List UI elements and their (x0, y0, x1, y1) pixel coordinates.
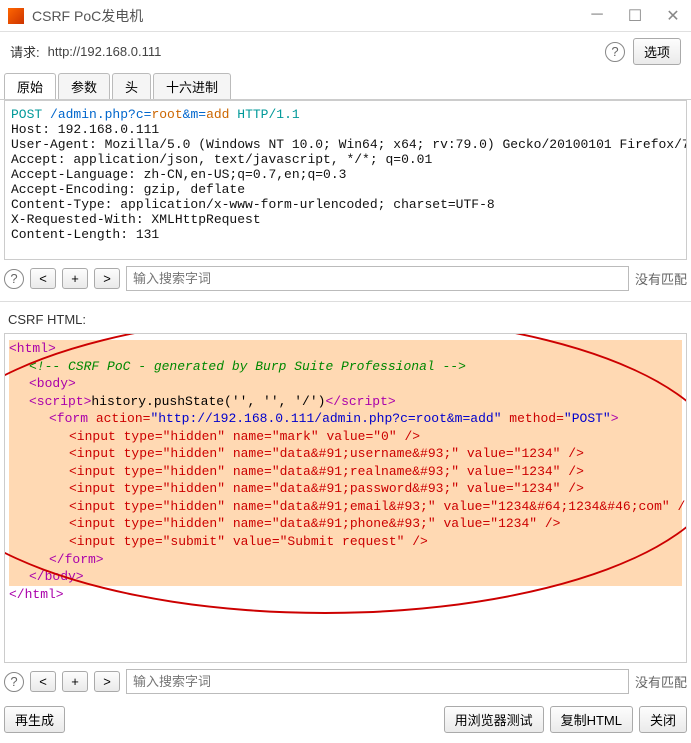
window-title: CSRF PoC发电机 (32, 6, 587, 26)
app-icon (8, 8, 24, 24)
request-search-input[interactable] (126, 266, 629, 291)
maximize-button[interactable]: ☐ (625, 6, 645, 26)
tab-hex[interactable]: 十六进制 (153, 73, 231, 99)
divider (0, 301, 691, 302)
options-button[interactable]: 选项 (633, 38, 681, 65)
copy-html-button[interactable]: 复制HTML (550, 706, 633, 733)
request-label: 请求: (10, 42, 40, 61)
search-add-button[interactable]: + (62, 268, 88, 289)
help-icon[interactable]: ? (605, 42, 625, 62)
no-match-label: 没有匹配 (635, 672, 687, 691)
tab-raw[interactable]: 原始 (4, 73, 56, 99)
help-icon[interactable]: ? (4, 269, 24, 289)
close-window-button[interactable]: ✕ (663, 6, 683, 26)
regenerate-button[interactable]: 再生成 (4, 706, 65, 733)
tab-headers[interactable]: 头 (112, 73, 151, 99)
request-url: http://192.168.0.111 (48, 44, 597, 59)
no-match-label: 没有匹配 (635, 269, 687, 288)
search-add-button[interactable]: + (62, 671, 88, 692)
minimize-button[interactable]: ─ (587, 6, 607, 26)
search-prev-button[interactable]: < (30, 268, 56, 289)
tab-params[interactable]: 参数 (58, 73, 110, 99)
footer: 再生成 用浏览器测试 复制HTML 关闭 (0, 700, 691, 739)
help-icon[interactable]: ? (4, 672, 24, 692)
html-search-input[interactable] (126, 669, 629, 694)
html-search-row: ? < + > 没有匹配 (0, 663, 691, 700)
request-tabs: 原始 参数 头 十六进制 (0, 73, 691, 100)
search-next-button[interactable]: > (94, 268, 120, 289)
close-button[interactable]: 关闭 (639, 706, 687, 733)
search-next-button[interactable]: > (94, 671, 120, 692)
raw-request[interactable]: POST /admin.php?c=root&m=add HTTP/1.1 Ho… (4, 100, 687, 260)
titlebar: CSRF PoC发电机 ─ ☐ ✕ (0, 0, 691, 32)
test-in-browser-button[interactable]: 用浏览器测试 (444, 706, 544, 733)
search-prev-button[interactable]: < (30, 671, 56, 692)
csrf-html-label: CSRF HTML: (0, 306, 691, 333)
csrf-code: <html> <!-- CSRF PoC - generated by Burp… (5, 334, 686, 609)
request-url-row: 请求: http://192.168.0.111 ? 选项 (0, 32, 691, 71)
request-search-row: ? < + > 没有匹配 (0, 260, 691, 297)
csrf-html-box[interactable]: <html> <!-- CSRF PoC - generated by Burp… (4, 333, 687, 663)
